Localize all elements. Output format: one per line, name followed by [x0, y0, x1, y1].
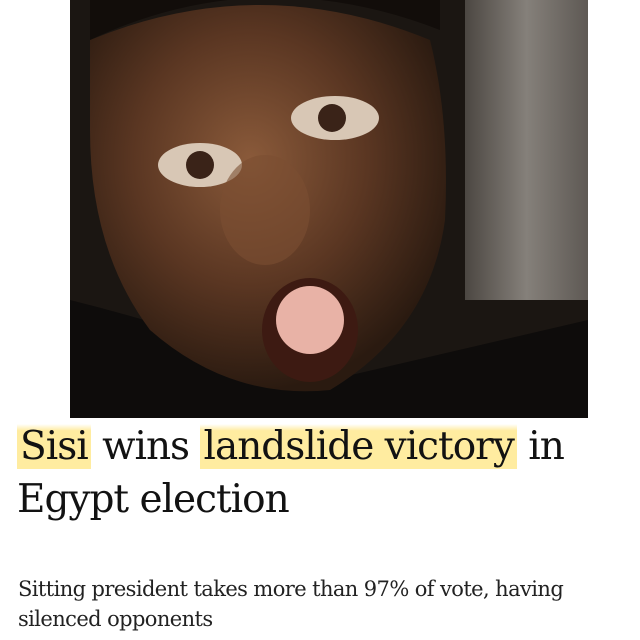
- headline-highlight-landslide: landslide victory: [200, 424, 517, 469]
- standfirst: Sitting president takes more than 97% of…: [18, 577, 564, 631]
- headline-highlight-sisi: Sisi: [17, 424, 91, 469]
- headline[interactable]: Sisi wins landslide victory in Egypt ele…: [17, 420, 627, 526]
- headline-text: wins: [90, 424, 201, 469]
- article-photo: [70, 0, 588, 418]
